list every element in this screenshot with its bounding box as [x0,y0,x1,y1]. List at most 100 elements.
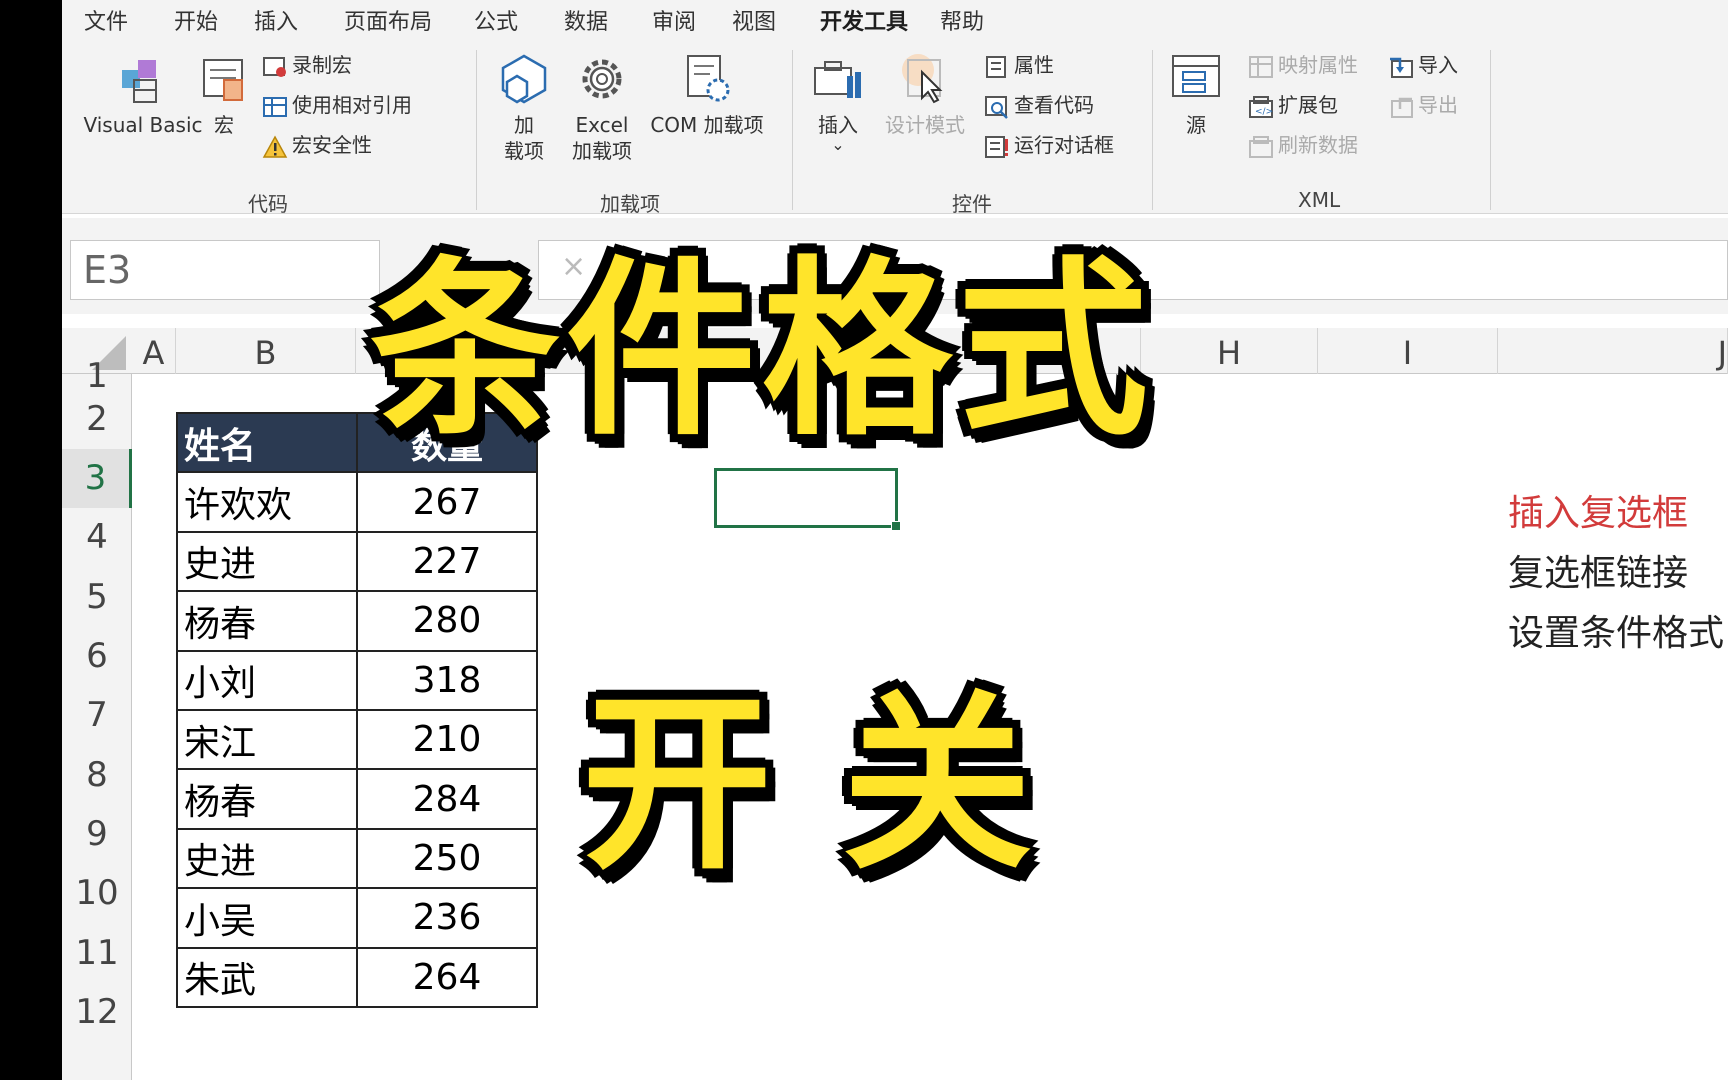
excel-window: 文件 开始 插入 页面布局 公式 数据 审阅 视图 开发工具 帮助 Visual… [62,0,1728,1080]
row-header[interactable]: 10 [62,864,132,923]
cell-name[interactable]: 杨春 [176,590,358,652]
tab-page-layout[interactable]: 页面布局 [344,4,432,36]
cell-name[interactable]: 许欢欢 [176,471,358,533]
ribbon: Visual Basic 宏 录制宏 使用相对引用 宏安全性 代码 加 载项 E… [62,36,1728,216]
xml-source-icon [1169,52,1223,106]
com-addins-icon [680,52,734,106]
row-header[interactable]: 9 [62,805,132,864]
row-headers: 1 2 3 4 5 6 7 8 9 10 11 12 [62,362,132,1080]
table-row: 小刘 318 [176,649,538,711]
run-dialog-button[interactable]: 运行对话框 [984,130,1114,160]
active-cell-e3[interactable] [714,468,901,531]
tab-file[interactable]: 文件 [84,4,128,36]
relative-reference-icon [262,95,288,119]
row-header[interactable]: 1 [62,362,132,390]
tab-review[interactable]: 审阅 [652,4,696,36]
row-header[interactable]: 12 [62,983,132,1042]
table-row: 许欢欢 267 [176,471,538,533]
name-box[interactable]: E3 [70,240,380,300]
map-properties-icon [1248,55,1274,79]
design-mode-button[interactable]: 设计模式 [880,52,970,138]
design-mode-icon [898,52,952,106]
tab-data[interactable]: 数据 [564,4,608,36]
insert-control-button[interactable]: 插入 ⌄ [806,52,870,154]
addins-button[interactable]: 加 载项 [492,52,556,164]
ribbon-separator [1152,50,1153,210]
table-row: 杨春 284 [176,768,538,830]
xml-source-button[interactable]: 源 [1166,52,1226,138]
table-row: 史进 250 [176,827,538,890]
row-header[interactable]: 2 [62,390,132,449]
tab-home[interactable]: 开始 [174,4,218,36]
record-macro-icon [262,55,288,79]
header-name[interactable]: 姓名 [176,411,358,474]
row-header[interactable]: 11 [62,923,132,983]
expansion-packs-button[interactable]: </> 扩展包 [1248,90,1338,120]
cell-name[interactable]: 史进 [176,530,358,593]
row-header[interactable]: 8 [62,745,132,805]
column-header-a[interactable]: A [132,328,176,374]
ribbon-separator [1490,50,1491,210]
tab-insert[interactable]: 插入 [254,4,298,36]
table-row: 史进 227 [176,530,538,593]
visual-basic-button[interactable]: Visual Basic [78,52,208,138]
view-code-button[interactable]: 查看代码 [984,90,1094,120]
macros-icon [198,52,252,106]
column-header-j[interactable]: J [1498,328,1728,374]
macro-security-button[interactable]: 宏安全性 [262,130,372,160]
relative-reference-button[interactable]: 使用相对引用 [262,90,412,120]
tab-developer[interactable]: 开发工具 [820,4,909,42]
row-header-selected[interactable]: 3 [62,449,132,508]
cell-quantity[interactable]: 284 [356,768,538,830]
chevron-down-icon: ⌄ [831,135,845,154]
gear-icon [575,52,629,106]
properties-button[interactable]: 属性 [984,50,1054,80]
ribbon-separator [476,50,477,210]
row-header[interactable]: 6 [62,627,132,686]
visual-basic-icon [116,52,170,106]
refresh-data-button[interactable]: 刷新数据 [1248,130,1358,160]
cell-name[interactable]: 史进 [176,827,358,890]
ribbon-tabs: 文件 开始 插入 页面布局 公式 数据 审阅 视图 开发工具 帮助 [62,0,1728,42]
row-header[interactable]: 5 [62,567,132,627]
cell-quantity[interactable]: 227 [356,530,538,593]
tab-help[interactable]: 帮助 [940,4,984,36]
toolbox-icon [811,52,865,106]
view-code-icon [984,95,1010,119]
warning-icon [262,134,288,159]
table-row: 杨春 280 [176,590,538,652]
xml-import-button[interactable]: 导入 [1388,50,1458,80]
record-macro-button[interactable]: 录制宏 [262,50,352,80]
macros-button[interactable]: 宏 [198,52,250,138]
cell-quantity[interactable]: 264 [356,946,538,1008]
refresh-data-icon [1248,135,1274,159]
cell-quantity[interactable]: 236 [356,887,538,949]
tab-formulas[interactable]: 公式 [474,4,518,36]
com-addins-button[interactable]: COM 加载项 [648,52,766,138]
overlay-subtitle: 开关 [582,674,1103,895]
cell-quantity[interactable]: 250 [356,827,538,890]
column-header-i[interactable]: I [1318,328,1498,374]
cell-name[interactable]: 小吴 [176,887,358,949]
cell-name[interactable]: 朱武 [176,946,358,1008]
run-dialog-icon [984,135,1010,159]
column-header-h[interactable]: H [1140,328,1318,374]
column-header-b[interactable]: B [176,328,356,374]
cell-quantity[interactable]: 267 [356,471,538,533]
map-properties-button[interactable]: 映射属性 [1248,50,1358,80]
row-header[interactable]: 7 [62,686,132,745]
excel-addins-button[interactable]: Excel 加载项 [570,52,634,164]
tab-view[interactable]: 视图 [732,4,776,36]
cell-name[interactable]: 小刘 [176,649,358,711]
row-header[interactable]: 4 [62,508,132,567]
table-row: 小吴 236 [176,887,538,949]
xml-export-button[interactable]: 导出 [1388,90,1458,120]
cell-name[interactable]: 杨春 [176,768,358,830]
cell-quantity[interactable]: 210 [356,708,538,771]
cell-quantity[interactable]: 318 [356,649,538,711]
export-icon [1388,95,1414,119]
addins-icon [497,52,551,106]
table-row: 宋江 210 [176,708,538,771]
cell-quantity[interactable]: 280 [356,590,538,652]
cell-name[interactable]: 宋江 [176,708,358,771]
